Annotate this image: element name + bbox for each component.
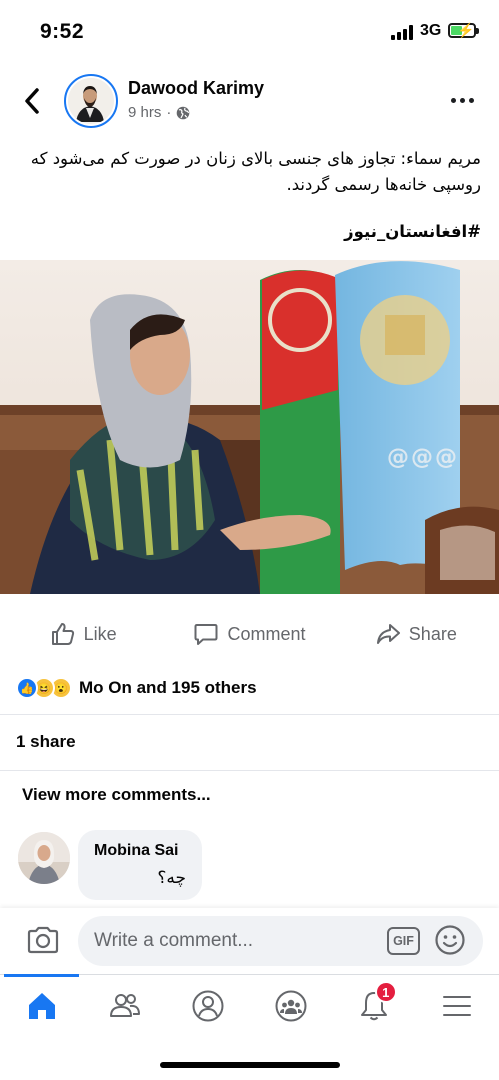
home-icon xyxy=(28,992,55,1019)
tab-profile[interactable] xyxy=(166,975,249,1036)
post-time[interactable]: 9 hrs xyxy=(128,104,161,121)
commenter-avatar[interactable] xyxy=(18,832,70,884)
comment-input[interactable] xyxy=(78,916,483,966)
notification-badge: 1 xyxy=(374,981,397,1003)
back-arrow-icon[interactable] xyxy=(20,86,44,116)
comment-composer: GIF xyxy=(0,908,499,974)
status-time: 9:52 xyxy=(40,20,85,43)
commenter-avatar-image xyxy=(18,832,70,884)
tab-menu[interactable] xyxy=(416,975,499,1036)
photo-watermark: @@@ xyxy=(387,445,459,470)
share-label: Share xyxy=(408,623,457,644)
comment-text: چه؟ xyxy=(157,868,186,888)
friends-icon xyxy=(109,993,140,1017)
like-button[interactable]: Like xyxy=(0,610,166,658)
profile-icon xyxy=(192,990,224,1021)
commenter-name[interactable]: Mobina Sai xyxy=(94,842,186,860)
like-icon xyxy=(51,623,74,645)
post-text: مریم سماء: تجاوز های جنسی بالای زنان در … xyxy=(30,149,481,194)
shares-count[interactable]: 1 share xyxy=(16,732,76,752)
share-button[interactable]: Share xyxy=(333,610,499,658)
like-label: Like xyxy=(83,623,117,644)
more-options-icon[interactable] xyxy=(451,90,477,110)
author-avatar-image xyxy=(68,78,112,122)
tab-groups[interactable] xyxy=(250,975,333,1036)
emoji-icon[interactable] xyxy=(434,924,466,956)
tab-home[interactable] xyxy=(0,974,83,1036)
comment-bubble[interactable]: Mobina Sai چه؟ xyxy=(78,830,202,900)
share-icon xyxy=(376,624,400,644)
gif-button[interactable]: GIF xyxy=(387,927,420,955)
signal-icon xyxy=(391,24,415,40)
author-name[interactable]: Dawood Karimy xyxy=(128,78,264,99)
battery-icon: ⚡ xyxy=(448,22,479,38)
comment-button[interactable]: Comment xyxy=(166,610,332,658)
divider xyxy=(0,714,499,715)
groups-icon xyxy=(275,990,307,1021)
status-bar: 9:52 3G ⚡ xyxy=(0,0,499,62)
post-actions: Like Comment Share xyxy=(0,610,499,658)
network-type: 3G xyxy=(420,22,442,39)
post-meta: 9 hrs · xyxy=(128,104,190,121)
hashtag-link[interactable]: #افغانستان_نیوز xyxy=(344,222,481,241)
author-avatar[interactable] xyxy=(64,74,118,128)
divider xyxy=(0,770,499,771)
camera-icon[interactable] xyxy=(26,925,60,955)
view-more-comments-link[interactable]: View more comments... xyxy=(22,785,211,805)
post-header: Dawood Karimy 9 hrs · xyxy=(0,72,499,132)
menu-icon xyxy=(443,995,472,1016)
meta-separator: · xyxy=(166,104,172,121)
post-photo[interactable]: @@@ xyxy=(0,260,499,594)
comment-icon xyxy=(194,624,218,645)
comment-label: Comment xyxy=(227,623,306,644)
like-reaction-icon: 👍 xyxy=(16,677,38,699)
tab-notifications[interactable]: 1 xyxy=(333,975,416,1036)
home-indicator xyxy=(160,1062,340,1068)
bottom-tab-bar: 1 xyxy=(0,974,499,1036)
globe-icon xyxy=(177,106,190,119)
reactions-summary[interactable]: 👍 😆 😮 Mo On and 195 others xyxy=(16,674,257,702)
reactions-text: Mo On and 195 others xyxy=(79,678,257,697)
tab-friends[interactable] xyxy=(83,975,166,1036)
post-photo-image xyxy=(0,260,499,594)
